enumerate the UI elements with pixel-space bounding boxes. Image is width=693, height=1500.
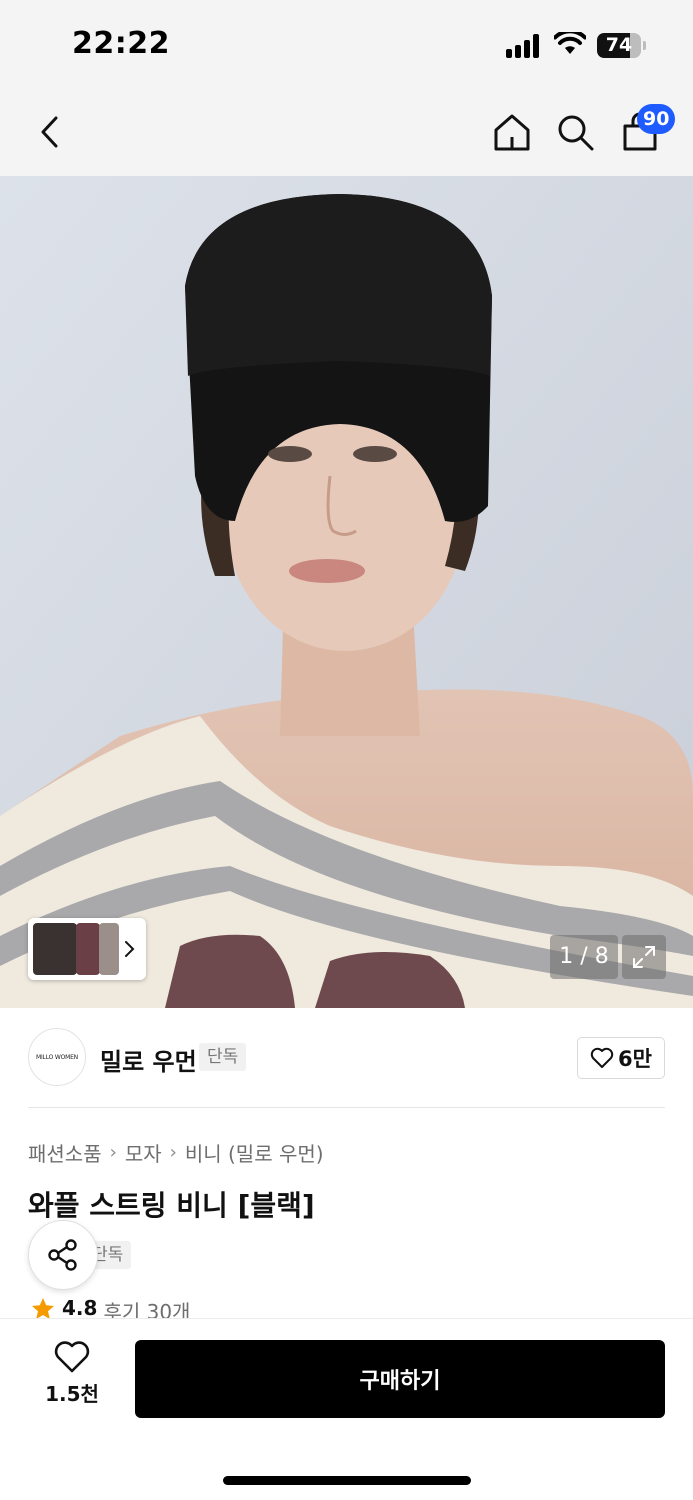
home-indicator	[223, 1476, 471, 1485]
thumbnail-strip[interactable]	[28, 918, 146, 980]
buy-button[interactable]: 구매하기	[135, 1340, 665, 1418]
expand-button[interactable]	[622, 935, 666, 979]
expand-icon	[633, 946, 655, 968]
brand-name[interactable]: 밀로 우먼	[100, 1042, 197, 1077]
battery-indicator: 74	[597, 33, 647, 58]
heart-icon	[590, 1047, 614, 1068]
wishlist-count: 1.5천	[45, 1382, 99, 1406]
breadcrumb: 패션소품 › 모자 › 비니 (밀로 우먼)	[28, 1138, 324, 1167]
thumbnail-3[interactable]	[99, 923, 119, 975]
search-button[interactable]	[551, 108, 599, 156]
back-button[interactable]	[26, 108, 74, 156]
brand-logo-text: MILLO WOMEN	[36, 1053, 78, 1061]
product-photo	[0, 176, 693, 1008]
product-title: 와플 스트링 비니 [블랙]	[28, 1189, 315, 1222]
chevron-right-icon	[125, 941, 135, 957]
breadcrumb-separator-icon: ›	[109, 1142, 117, 1163]
top-nav-bar	[0, 88, 693, 176]
product-image-gallery[interactable]	[0, 176, 693, 1008]
battery-percent: 74	[605, 34, 633, 56]
brand-exclusive-tag: 단독	[199, 1043, 247, 1071]
breadcrumb-item-2[interactable]: 모자	[125, 1138, 162, 1167]
wifi-icon	[554, 32, 586, 54]
divider	[28, 1107, 665, 1108]
brand-logo[interactable]: MILLO WOMEN	[28, 1028, 86, 1086]
chevron-left-icon	[41, 116, 58, 148]
cellular-signal-icon	[506, 34, 542, 58]
breadcrumb-item-3[interactable]: 비니 (밀로 우먼)	[185, 1138, 324, 1167]
home-button[interactable]	[488, 108, 536, 156]
brand-like-count: 6만	[618, 1047, 652, 1071]
image-counter: 1 / 8	[550, 935, 618, 979]
home-icon	[494, 114, 530, 151]
search-icon	[558, 115, 594, 151]
wishlist-button[interactable]: 1.5천	[30, 1340, 114, 1418]
rating-score: 4.8	[62, 1296, 98, 1320]
share-button[interactable]	[28, 1220, 98, 1290]
heart-icon	[54, 1341, 90, 1373]
brand-like-button[interactable]: 6만	[577, 1037, 665, 1079]
status-time: 22:22	[72, 26, 170, 61]
cart-count-badge: 90	[637, 104, 676, 134]
thumbnail-2[interactable]	[76, 923, 100, 975]
breadcrumb-separator-icon: ›	[169, 1142, 177, 1163]
breadcrumb-item-1[interactable]: 패션소품	[28, 1138, 102, 1167]
thumbnail-1[interactable]	[33, 923, 77, 975]
status-bar: 22:22 74	[0, 0, 693, 88]
share-icon	[48, 1239, 77, 1271]
